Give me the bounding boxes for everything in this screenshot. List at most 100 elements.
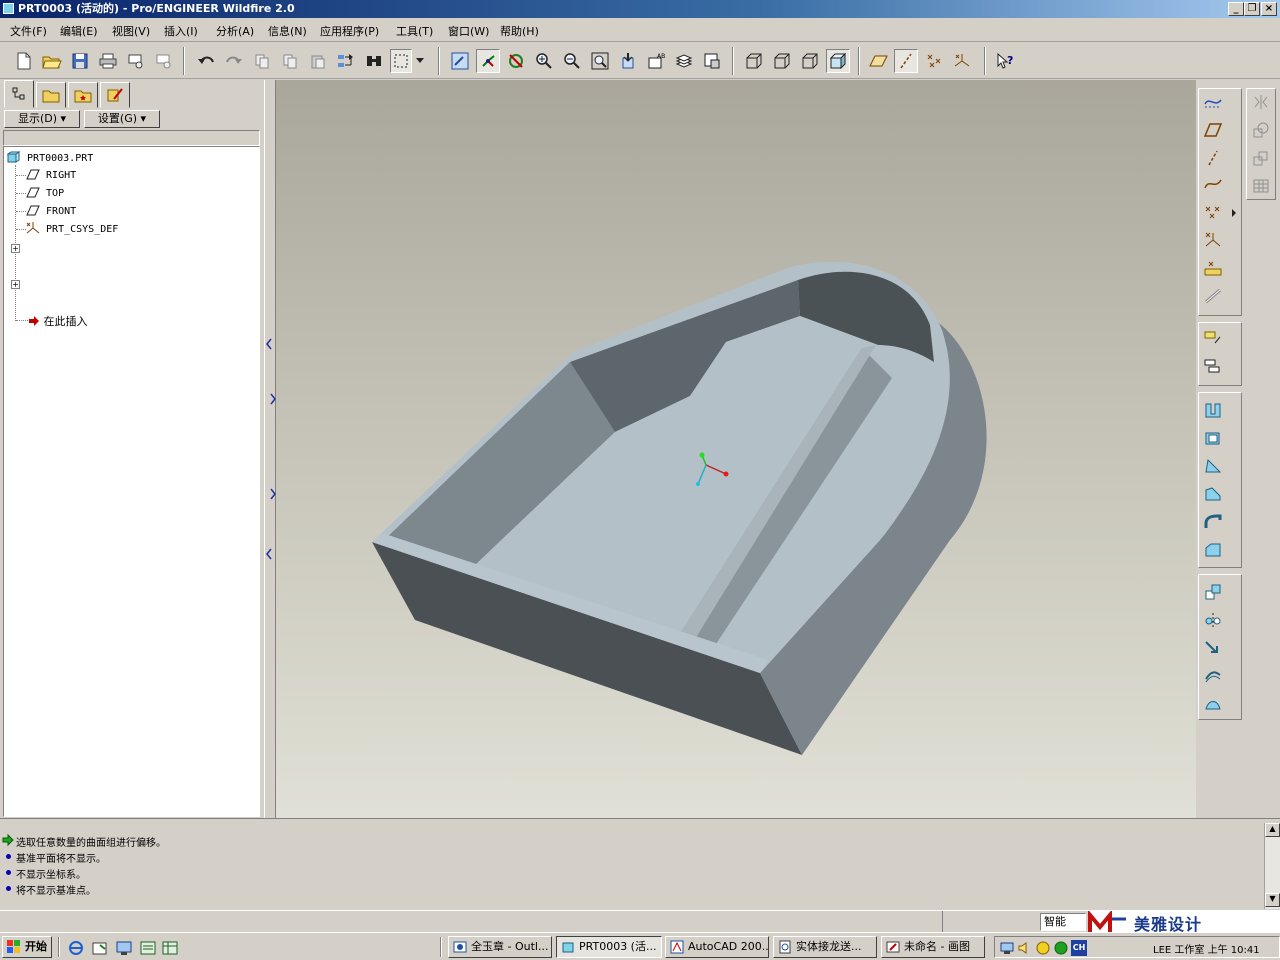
cut-icon[interactable] bbox=[250, 49, 274, 73]
datum-point-tool-icon[interactable] bbox=[1200, 200, 1226, 224]
datum-points-icon[interactable] bbox=[922, 49, 946, 73]
start-button[interactable]: 开始 bbox=[2, 936, 52, 958]
copy-icon[interactable] bbox=[278, 49, 302, 73]
paste-icon[interactable] bbox=[306, 49, 330, 73]
graphics-window[interactable] bbox=[276, 80, 1196, 818]
no-hidden-icon[interactable] bbox=[798, 49, 822, 73]
rib-icon[interactable] bbox=[1200, 482, 1226, 506]
datum-curve-tool-icon[interactable] bbox=[1200, 172, 1226, 196]
select-box-icon[interactable] bbox=[390, 49, 412, 73]
tree-root[interactable]: PRT0003.PRT bbox=[6, 151, 93, 164]
spreadsheet-icon[interactable] bbox=[162, 940, 178, 959]
menu-help[interactable]: 帮助(H) bbox=[500, 23, 539, 39]
merge-icon[interactable] bbox=[1200, 636, 1226, 660]
close-button[interactable]: × bbox=[1261, 2, 1277, 16]
analysis-tool-icon[interactable] bbox=[1200, 256, 1226, 280]
model-tree[interactable]: PRT0003.PRT RIGHT TOP FRONT PRT_CSYS_DEF… bbox=[3, 146, 260, 817]
outlook-icon[interactable] bbox=[140, 940, 156, 959]
undo-icon[interactable] bbox=[194, 49, 218, 73]
regenerate-icon[interactable] bbox=[334, 49, 358, 73]
model-viewport[interactable] bbox=[276, 80, 1196, 818]
task-document[interactable]: 实体接龙送... bbox=[773, 936, 877, 958]
collapse-arrow-icon[interactable] bbox=[265, 545, 275, 565]
menu-window[interactable]: 窗口(W) bbox=[448, 23, 489, 39]
csys-tool-icon[interactable] bbox=[1200, 228, 1226, 252]
refit-icon[interactable] bbox=[588, 49, 612, 73]
menu-file[interactable]: 文件(F) bbox=[10, 23, 47, 39]
hidden-line-icon[interactable] bbox=[770, 49, 794, 73]
task-paint[interactable]: 未命名 - 画图 bbox=[881, 936, 985, 958]
menu-analysis[interactable]: 分析(A) bbox=[216, 23, 254, 39]
pattern-icon[interactable] bbox=[1200, 580, 1226, 604]
sketch-curve-icon[interactable] bbox=[1200, 90, 1226, 114]
ie-icon[interactable] bbox=[68, 940, 84, 959]
redo-icon[interactable] bbox=[222, 49, 246, 73]
network-icon[interactable] bbox=[999, 940, 1015, 956]
explorer-icon[interactable] bbox=[116, 940, 132, 959]
filter-select[interactable]: 智能 bbox=[1040, 913, 1086, 931]
expand-toggle[interactable]: + bbox=[11, 280, 20, 289]
flyout-arrow-icon[interactable] bbox=[1232, 209, 1236, 217]
reorient-icon[interactable] bbox=[616, 49, 640, 73]
new-file-icon[interactable] bbox=[12, 49, 36, 73]
context-help-icon[interactable]: ? bbox=[994, 49, 1018, 73]
ime-indicator[interactable]: CH bbox=[1071, 940, 1087, 956]
show-dropdown[interactable]: 显示(D) ▾ bbox=[4, 110, 80, 128]
zoom-out-icon[interactable] bbox=[560, 49, 584, 73]
open-folder-icon[interactable] bbox=[40, 49, 64, 73]
tree-item-csys[interactable]: PRT_CSYS_DEF bbox=[26, 222, 118, 235]
desktop-icon[interactable] bbox=[92, 940, 108, 959]
spin-center-icon[interactable] bbox=[476, 49, 500, 73]
update-icon[interactable] bbox=[1053, 940, 1069, 956]
datum-planes-icon[interactable] bbox=[866, 49, 890, 73]
scroll-down-icon[interactable]: ▼ bbox=[1265, 893, 1280, 907]
dropdown-icon[interactable] bbox=[413, 49, 427, 73]
reference-tool-icon[interactable] bbox=[1200, 284, 1226, 308]
tab-model-tree[interactable] bbox=[4, 80, 34, 108]
restore-button[interactable]: ❐ bbox=[1244, 2, 1260, 16]
panel-splitter[interactable] bbox=[264, 80, 276, 818]
copy-geometry-icon[interactable] bbox=[1200, 326, 1226, 350]
layers-icon[interactable] bbox=[672, 49, 696, 73]
email-link-icon[interactable] bbox=[152, 49, 176, 73]
tab-folder-browser[interactable] bbox=[36, 82, 66, 108]
extrude-icon[interactable] bbox=[1200, 398, 1226, 422]
coord-sys-icon[interactable] bbox=[950, 49, 974, 73]
datum-axis-tool-icon[interactable] bbox=[1200, 146, 1226, 170]
menu-applications[interactable]: 应用程序(P) bbox=[320, 23, 379, 39]
mirror-icon[interactable] bbox=[1200, 608, 1226, 632]
shell-icon[interactable] bbox=[1200, 426, 1226, 450]
menu-tools[interactable]: 工具(T) bbox=[396, 23, 433, 39]
orient-mode-icon[interactable] bbox=[504, 49, 528, 73]
tab-connections[interactable] bbox=[100, 82, 130, 108]
collapse-arrow-icon[interactable] bbox=[265, 335, 275, 355]
menu-insert[interactable]: 插入(I) bbox=[164, 23, 198, 39]
tray-clock[interactable]: LEE 工作室 上午 10:41 bbox=[1153, 941, 1260, 956]
find-icon[interactable] bbox=[362, 49, 386, 73]
menu-edit[interactable]: 编辑(E) bbox=[60, 23, 98, 39]
view-manager-icon[interactable] bbox=[700, 49, 724, 73]
task-outlook[interactable]: 全玉章 - Outl... bbox=[448, 936, 552, 958]
tab-favorites[interactable] bbox=[68, 82, 98, 108]
minimize-button[interactable]: _ bbox=[1228, 2, 1244, 16]
tree-insert-here[interactable]: 在此插入 bbox=[28, 313, 88, 329]
zoom-in-icon[interactable] bbox=[532, 49, 556, 73]
thicken-icon[interactable] bbox=[1200, 692, 1226, 716]
wireframe-icon[interactable] bbox=[742, 49, 766, 73]
save-icon[interactable] bbox=[68, 49, 92, 73]
tree-item-top[interactable]: TOP bbox=[26, 186, 64, 199]
menu-info[interactable]: 信息(N) bbox=[268, 23, 307, 39]
publish-geometry-icon[interactable] bbox=[1200, 354, 1226, 378]
tree-item-front[interactable]: FRONT bbox=[26, 204, 76, 217]
scroll-up-icon[interactable]: ▲ bbox=[1265, 823, 1280, 837]
chamfer-icon[interactable] bbox=[1200, 538, 1226, 562]
datum-axes-icon[interactable] bbox=[894, 49, 918, 73]
saved-views-icon[interactable]: AB bbox=[644, 49, 668, 73]
email-icon[interactable] bbox=[124, 49, 148, 73]
volume-icon[interactable] bbox=[1017, 940, 1033, 956]
repaint-icon[interactable] bbox=[448, 49, 472, 73]
security-icon[interactable] bbox=[1035, 940, 1051, 956]
round-icon[interactable] bbox=[1200, 510, 1226, 534]
draft-icon[interactable] bbox=[1200, 454, 1226, 478]
menu-view[interactable]: 视图(V) bbox=[112, 23, 150, 39]
